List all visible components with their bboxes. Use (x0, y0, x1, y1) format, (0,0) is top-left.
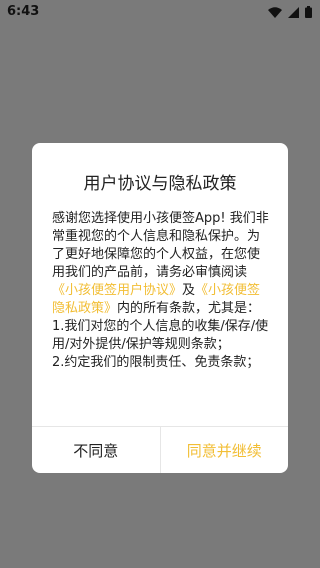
dialog-body-scroll[interactable]: 感谢您选择使用小孩便签App! 我们非常重视您的个人信息和隐私保护。为了更好地保… (52, 210, 272, 421)
status-icons (268, 6, 312, 18)
agree-continue-button[interactable]: 同意并继续 (161, 427, 289, 473)
dialog-title: 用户协议与隐私政策 (83, 174, 237, 194)
status-time: 6:43 (7, 4, 40, 19)
agreement-paragraph: 感谢您选择使用小孩便签App! 我们非常重视您的个人信息和隐私保护。为了更好地保… (52, 210, 272, 318)
disagree-button[interactable]: 不同意 (32, 427, 161, 473)
after-links-text: 内的所有条款，尤其是： (117, 301, 261, 316)
privacy-dialog: 用户协议与隐私政策 感谢您选择使用小孩便签App! 我们非常重视您的个人信息和隐… (32, 143, 288, 473)
intro-text: 感谢您选择使用小孩便签App! 我们非常重视您的个人信息和隐私保护。为了更好地保… (52, 211, 269, 280)
status-bar: 6:43 (0, 0, 320, 24)
clause-item-1: 1.我们对您的个人信息的收集/保存/使用/对外提供/保护等规则条款； (52, 319, 269, 352)
clause-item-2: 2.约定我们的限制责任、免责条款； (52, 355, 260, 370)
scroll-fade (52, 407, 272, 421)
wifi-icon (268, 6, 282, 18)
user-agreement-link[interactable]: 《小孩便签用户协议》 (52, 283, 182, 298)
signal-icon (288, 6, 299, 18)
battery-icon (305, 6, 312, 18)
and-text: 及 (182, 283, 196, 298)
dialog-footer: 不同意 同意并继续 (32, 426, 288, 473)
